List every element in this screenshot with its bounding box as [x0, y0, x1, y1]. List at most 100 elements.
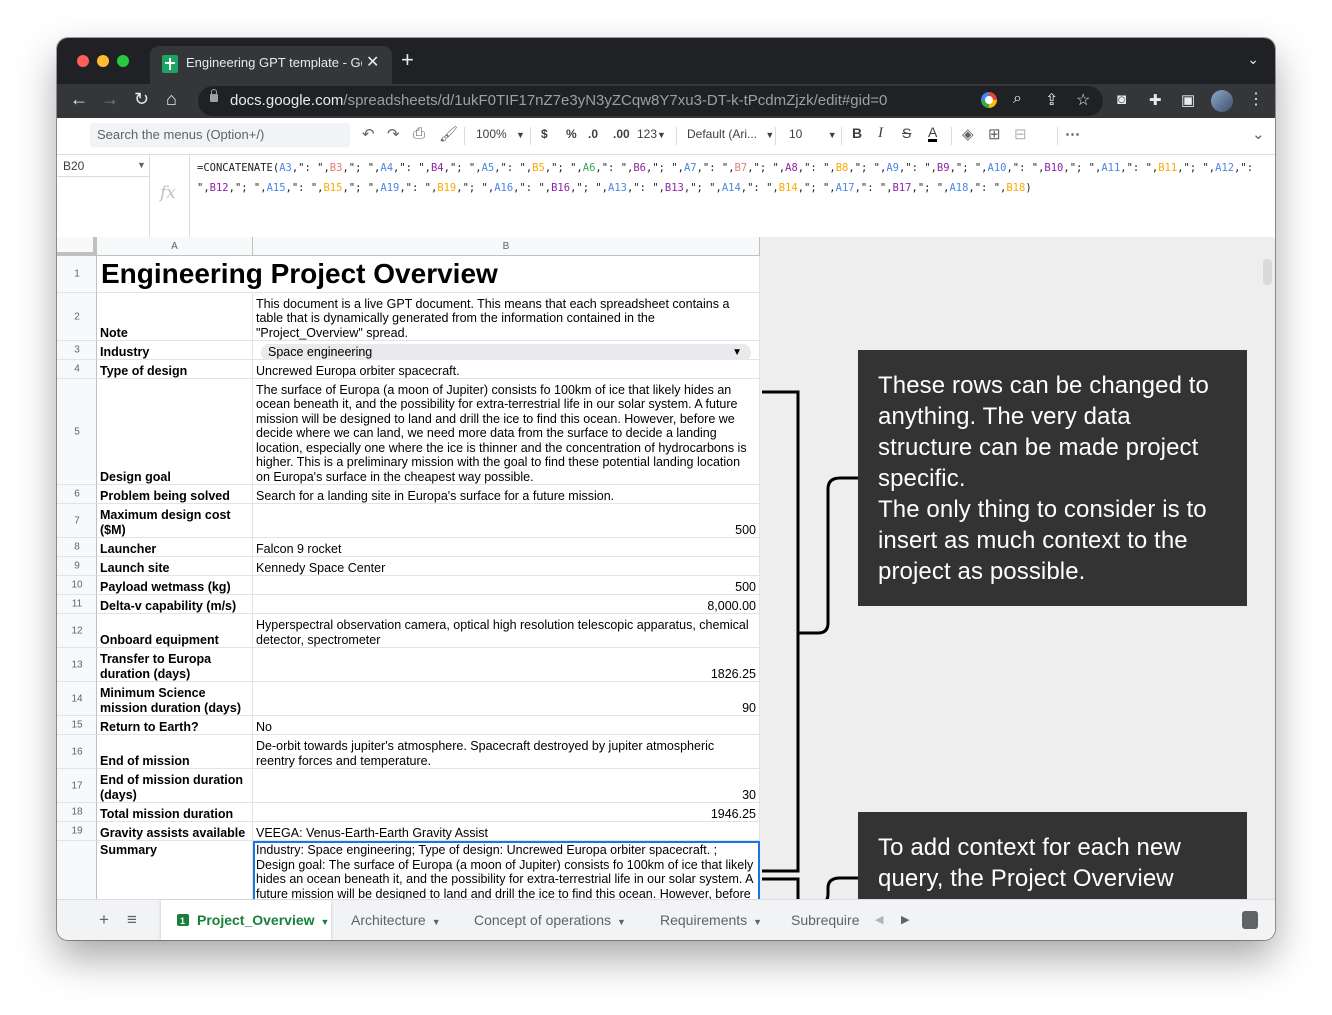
- fill-color-icon[interactable]: ◈: [962, 125, 974, 143]
- merge-cells-icon[interactable]: ⊟: [1014, 125, 1027, 143]
- label-cell[interactable]: Launcher: [97, 538, 253, 557]
- add-sheet-icon[interactable]: +: [99, 910, 109, 930]
- back-arrow-icon[interactable]: ←: [70, 89, 88, 110]
- label-cell[interactable]: Type of design: [97, 360, 253, 379]
- value-cell[interactable]: 8,000.00: [253, 595, 760, 614]
- undo-icon[interactable]: ↶: [362, 125, 375, 143]
- bookmark-star-icon[interactable]: ☆: [1076, 90, 1090, 110]
- tab-search-chevron-icon[interactable]: ⌄: [1247, 51, 1259, 68]
- more-formats-button[interactable]: 123▼: [637, 127, 666, 141]
- sheet-tab-subrequirements[interactable]: Subrequire: [791, 900, 861, 940]
- row-header[interactable]: 6: [57, 485, 97, 504]
- value-cell[interactable]: Search for a landing site in Europa's su…: [253, 485, 760, 504]
- select-all-corner[interactable]: [57, 237, 97, 256]
- value-cell[interactable]: Uncrewed Europa orbiter spacecraft.: [253, 360, 760, 379]
- row-header[interactable]: 15: [57, 716, 97, 735]
- url-text[interactable]: docs.google.com/spreadsheets/d/1ukF0TIF1…: [230, 92, 887, 109]
- row-header[interactable]: 3: [57, 341, 97, 360]
- label-cell[interactable]: Minimum Science mission duration (days): [97, 682, 253, 716]
- value-cell[interactable]: 1826.25: [253, 648, 760, 682]
- strikethrough-icon[interactable]: S: [902, 125, 911, 141]
- italic-icon[interactable]: I: [878, 125, 883, 142]
- industry-dropdown[interactable]: Space engineering ▼: [261, 344, 751, 361]
- label-cell[interactable]: Design goal: [97, 379, 253, 485]
- decrease-decimal-button[interactable]: .0: [588, 127, 598, 141]
- value-cell[interactable]: Hyperspectral observation camera, optica…: [253, 614, 760, 648]
- new-tab-button[interactable]: +: [401, 47, 414, 73]
- vertical-scrollbar-thumb[interactable]: [1263, 259, 1272, 285]
- tab-close-icon[interactable]: ✕: [366, 52, 379, 72]
- label-cell[interactable]: Problem being solved: [97, 485, 253, 504]
- value-cell[interactable]: Kennedy Space Center: [253, 557, 760, 576]
- row-header[interactable]: 10: [57, 576, 97, 595]
- currency-format-button[interactable]: $: [541, 127, 548, 141]
- address-bar[interactable]: docs.google.com/spreadsheets/d/1ukF0TIF1…: [198, 86, 1103, 116]
- name-box-caret-icon[interactable]: ▼: [137, 160, 146, 170]
- value-cell[interactable]: 90: [253, 682, 760, 716]
- row-header[interactable]: [57, 841, 97, 899]
- text-color-icon[interactable]: A: [928, 125, 938, 142]
- forward-arrow-icon[interactable]: →: [101, 89, 119, 110]
- scroll-tabs-left-icon[interactable]: ◀: [875, 913, 883, 926]
- formula-input[interactable]: =CONCATENATE(A3,": ",B3,"; ",A4,": ",B4,…: [197, 158, 1267, 198]
- value-cell[interactable]: Falcon 9 rocket: [253, 538, 760, 557]
- row-header[interactable]: 2: [57, 293, 97, 341]
- value-cell[interactable]: The surface of Europa (a moon of Jupiter…: [253, 379, 760, 485]
- value-cell[interactable]: VEEGA: Venus-Earth-Earth Gravity Assist: [253, 822, 760, 841]
- label-cell[interactable]: Onboard equipment: [97, 614, 253, 648]
- print-icon[interactable]: ⎙: [413, 125, 425, 142]
- row-header[interactable]: 8: [57, 538, 97, 557]
- row-header[interactable]: 11: [57, 595, 97, 614]
- more-tools-icon[interactable]: ⋯: [1065, 125, 1080, 143]
- paint-format-icon[interactable]: 🖌: [439, 125, 458, 143]
- column-header-a[interactable]: A: [97, 237, 253, 256]
- row-header[interactable]: 14: [57, 682, 97, 716]
- label-cell[interactable]: End of mission: [97, 735, 253, 769]
- row-header[interactable]: 19: [57, 822, 97, 841]
- browser-tab-active[interactable]: Engineering GPT template - Go ✕: [150, 46, 392, 84]
- value-cell[interactable]: 30: [253, 769, 760, 803]
- row-header[interactable]: 13: [57, 648, 97, 682]
- scroll-tabs-right-icon[interactable]: ▶: [901, 913, 909, 926]
- label-cell[interactable]: Maximum design cost ($M): [97, 504, 253, 538]
- collapse-menus-chevron-icon[interactable]: ⌄: [1252, 125, 1265, 143]
- sheet-tab-architecture[interactable]: Architecture ▼: [351, 900, 441, 940]
- font-size-select[interactable]: 10 ▼: [789, 127, 837, 141]
- camera-extension-icon[interactable]: ◙: [1117, 91, 1126, 108]
- font-select[interactable]: Default (Ari... ▼: [687, 127, 774, 141]
- sheet-tab-requirements[interactable]: Requirements ▼: [660, 900, 762, 940]
- label-cell[interactable]: Return to Earth?: [97, 716, 253, 735]
- all-sheets-icon[interactable]: ≡: [127, 910, 137, 930]
- browser-menu-icon[interactable]: ⋮: [1248, 89, 1264, 109]
- sheet-tab-concept-of-operations[interactable]: Concept of operations ▼: [474, 900, 626, 940]
- column-header-b[interactable]: B: [253, 237, 760, 256]
- maximize-window-button[interactable]: [117, 55, 129, 67]
- value-cell[interactable]: 1946.25: [253, 803, 760, 822]
- reload-icon[interactable]: ↻: [134, 89, 149, 110]
- label-cell[interactable]: Delta-v capability (m/s): [97, 595, 253, 614]
- side-panel-icon[interactable]: ▣: [1181, 91, 1195, 109]
- label-cell[interactable]: Summary: [97, 841, 253, 899]
- row-header[interactable]: 12: [57, 614, 97, 648]
- label-cell[interactable]: Payload wetmass (kg): [97, 576, 253, 595]
- zoom-select[interactable]: 100% ▼: [476, 127, 525, 141]
- close-window-button[interactable]: [77, 55, 89, 67]
- extensions-puzzle-icon[interactable]: ✚: [1149, 91, 1162, 109]
- value-cell[interactable]: 500: [253, 504, 760, 538]
- row-header[interactable]: 4: [57, 360, 97, 379]
- dropdown-caret-icon[interactable]: ▼: [732, 344, 742, 361]
- value-cell[interactable]: De-orbit towards jupiter's atmosphere. S…: [253, 735, 760, 769]
- row-header[interactable]: 7: [57, 504, 97, 538]
- row-header[interactable]: 5: [57, 379, 97, 485]
- label-cell[interactable]: Launch site: [97, 557, 253, 576]
- minimize-window-button[interactable]: [97, 55, 109, 67]
- label-cell[interactable]: Total mission duration: [97, 803, 253, 822]
- redo-icon[interactable]: ↷: [387, 125, 400, 143]
- label-cell[interactable]: End of mission duration (days): [97, 769, 253, 803]
- percent-format-button[interactable]: %: [566, 127, 577, 141]
- row-header[interactable]: 16: [57, 735, 97, 769]
- row-header[interactable]: 18: [57, 803, 97, 822]
- row-header[interactable]: 17: [57, 769, 97, 803]
- menu-search-input[interactable]: Search the menus (Option+/): [90, 123, 350, 147]
- value-cell[interactable]: No: [253, 716, 760, 735]
